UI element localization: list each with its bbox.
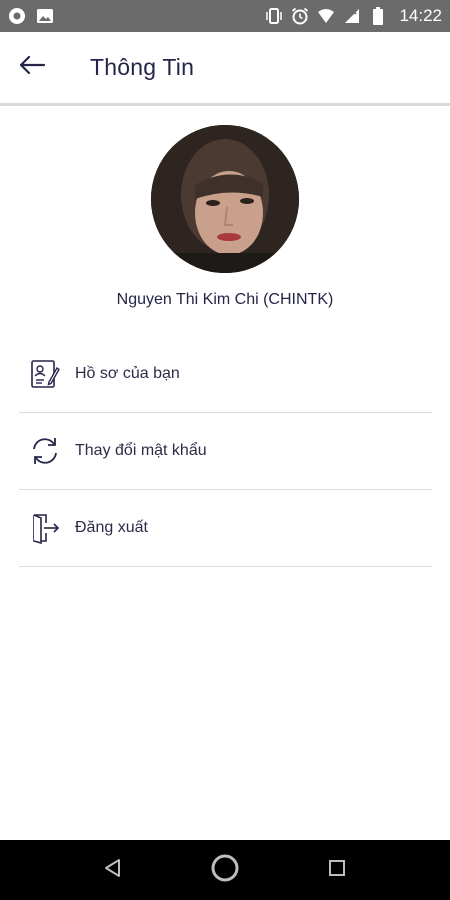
logout-icon bbox=[28, 511, 62, 545]
status-bar: 14:22 bbox=[0, 0, 450, 32]
alarm-icon bbox=[291, 7, 309, 25]
profile-menu: Hồ sơ của bạn Thay đổi mật khẩu Đăng xuấ… bbox=[19, 336, 432, 567]
page-title: Thông Tin bbox=[90, 54, 195, 80]
back-button[interactable] bbox=[0, 31, 64, 105]
system-nav-bar bbox=[0, 840, 450, 900]
back-triangle-icon bbox=[103, 858, 123, 883]
status-left-icons bbox=[8, 7, 54, 25]
nav-recents-button[interactable] bbox=[281, 840, 393, 900]
eye-icon bbox=[8, 7, 26, 25]
recents-square-icon bbox=[328, 859, 346, 882]
nav-home-button[interactable] bbox=[169, 840, 281, 900]
profile-document-icon bbox=[28, 357, 62, 391]
status-time: 14:22 bbox=[399, 6, 442, 25]
refresh-icon bbox=[28, 434, 62, 468]
avatar bbox=[151, 125, 299, 273]
menu-item-profile[interactable]: Hồ sơ của bạn bbox=[19, 336, 432, 413]
vibrate-icon bbox=[265, 7, 283, 25]
app-bar: Thông Tin bbox=[0, 32, 450, 106]
menu-item-label: Thay đổi mật khẩu bbox=[75, 442, 207, 459]
menu-item-label: Hồ sơ của bạn bbox=[75, 365, 180, 382]
image-icon bbox=[36, 7, 54, 25]
menu-item-logout[interactable]: Đăng xuất bbox=[19, 490, 432, 567]
battery-icon bbox=[369, 7, 387, 25]
nav-back-button[interactable] bbox=[57, 840, 169, 900]
menu-item-label: Đăng xuất bbox=[75, 519, 148, 536]
user-name: Nguyen Thi Kim Chi (CHINTK) bbox=[116, 291, 334, 308]
menu-item-change-password[interactable]: Thay đổi mật khẩu bbox=[19, 413, 432, 490]
no-signal-icon bbox=[343, 7, 361, 25]
arrow-left-icon bbox=[18, 55, 46, 80]
status-right-icons: 14:22 bbox=[265, 6, 442, 26]
wifi-icon bbox=[317, 7, 335, 25]
home-circle-icon bbox=[210, 853, 240, 888]
